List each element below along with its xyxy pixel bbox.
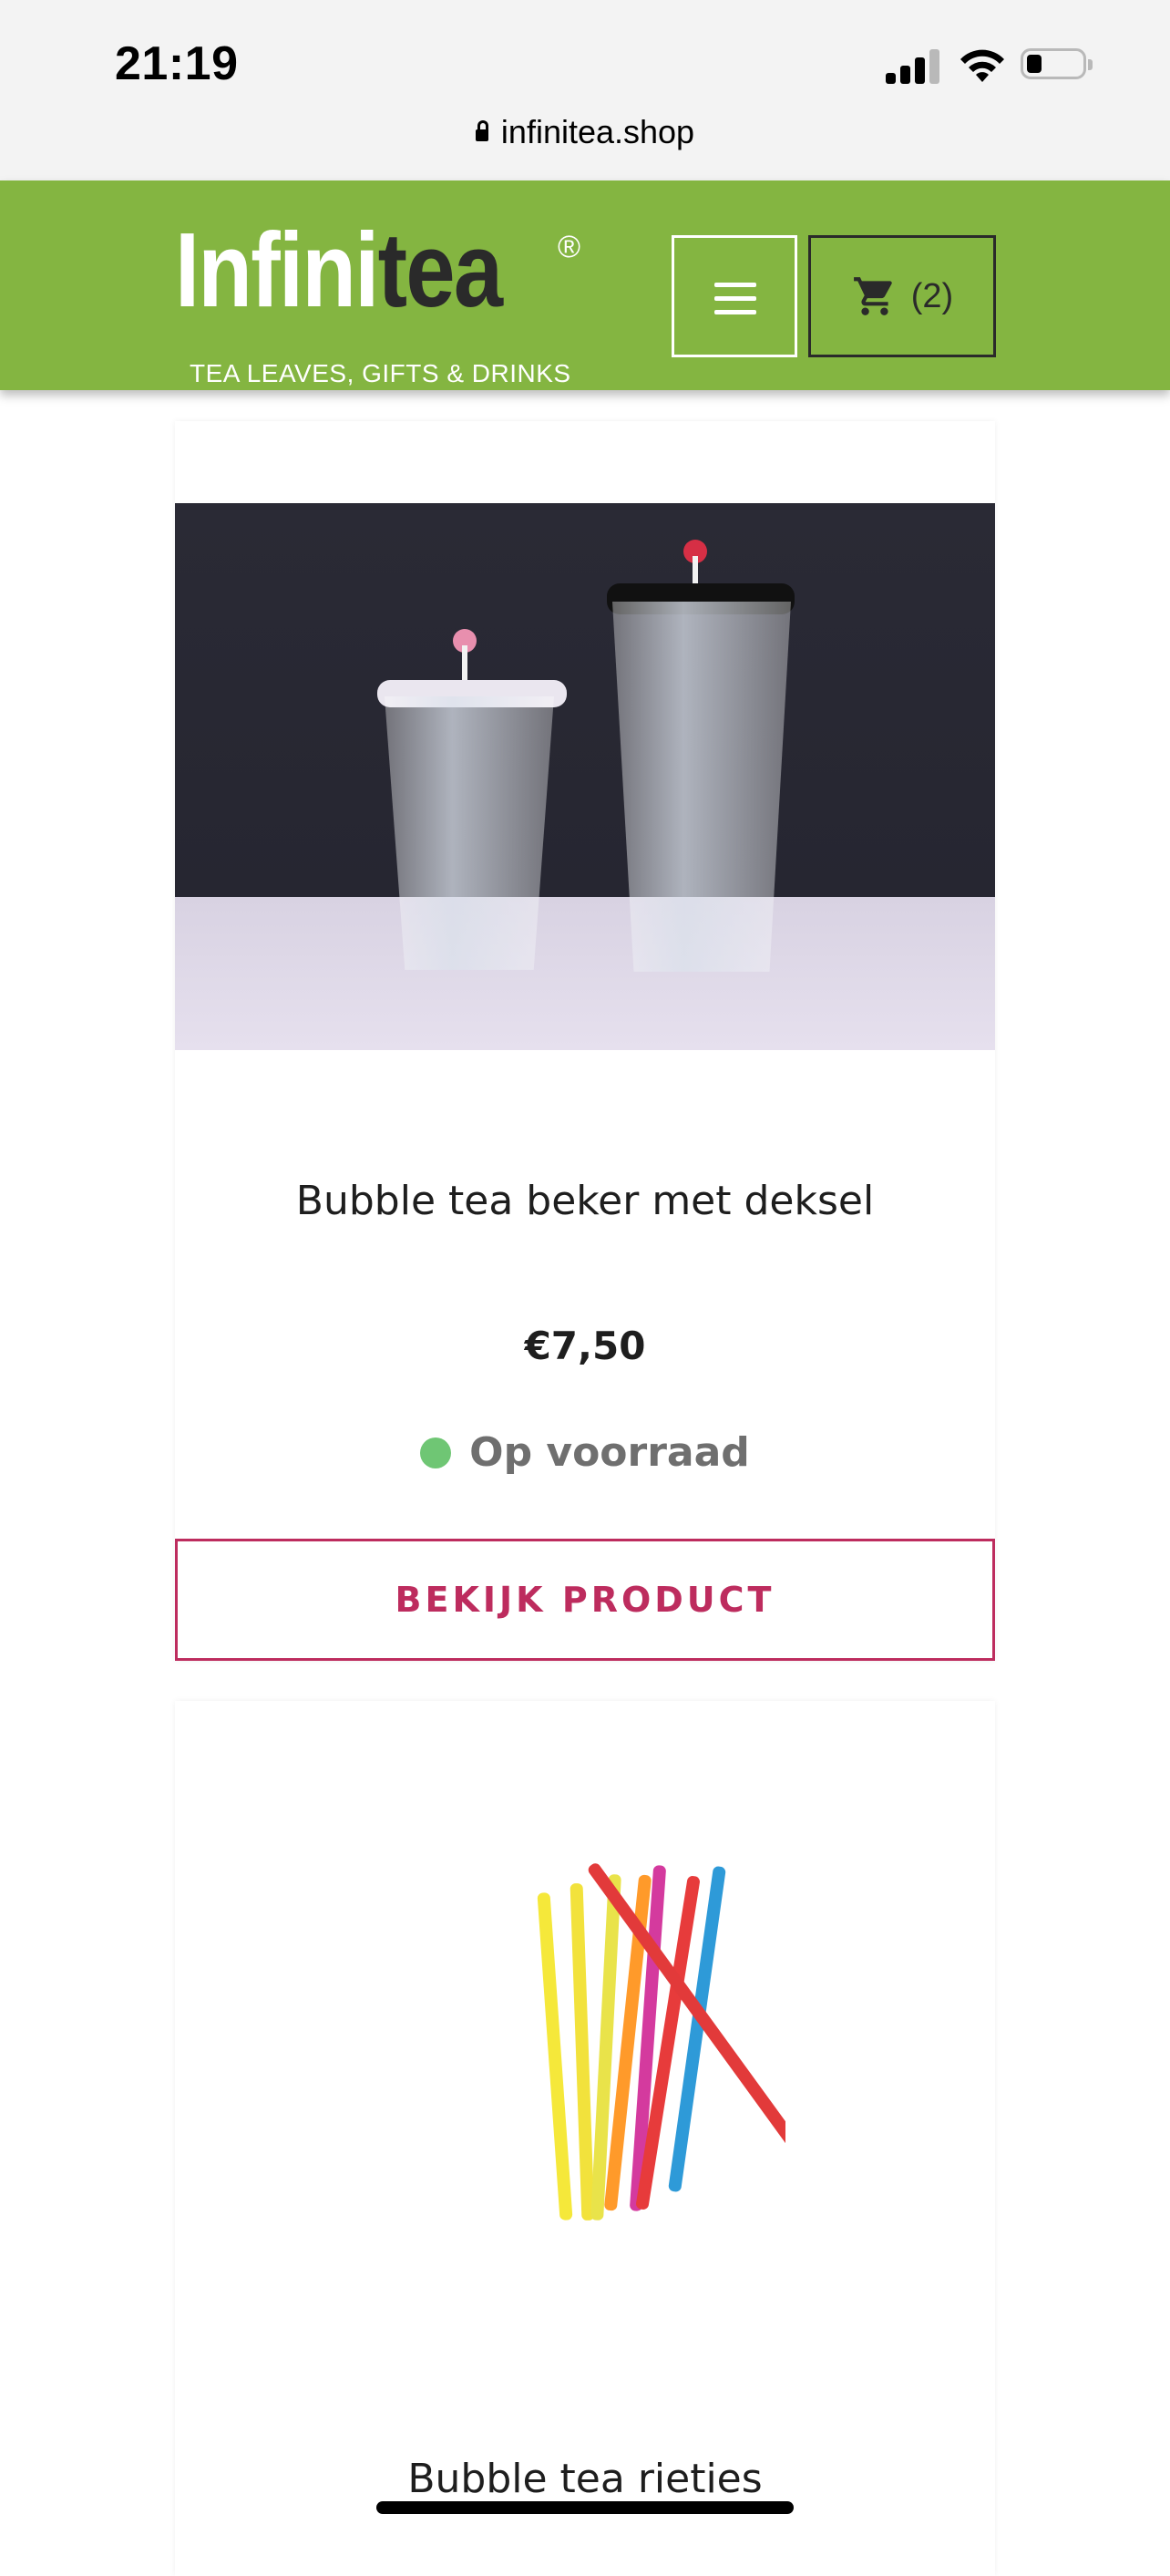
cart-count: (2) [910, 276, 954, 315]
in-stock-dot-icon [420, 1437, 452, 1468]
product-price: €7,50 [524, 1324, 646, 1368]
product-card: Bubble tea rieties [175, 1701, 995, 2576]
url-text: infinitea.shop [500, 113, 695, 150]
logo-wordmark-light: Infini [175, 211, 379, 329]
view-product-button[interactable]: BEKIJK PRODUCT [175, 1539, 995, 1661]
product-title[interactable]: Bubble tea beker met deksel [175, 1178, 995, 1224]
stock-label: Op voorraad [469, 1429, 750, 1476]
shopping-cart-icon [853, 277, 892, 315]
infinitea-logo[interactable]: Infinitea ® TEA LEAVES, GIFTS & DRINKS [175, 217, 594, 387]
home-indicator[interactable] [376, 2501, 794, 2514]
status-bar: 21:19 infinitea.shop [0, 0, 1170, 180]
logo-wordmark-dark: tea [377, 211, 503, 329]
product-card: Bubble tea beker met deksel €7,50 Op voo… [175, 421, 995, 1661]
stock-status: Op voorraad [175, 1429, 995, 1476]
product-image[interactable] [175, 503, 995, 1050]
registered-mark: ® [558, 230, 581, 264]
menu-button[interactable] [672, 235, 797, 357]
wifi-icon [960, 49, 1004, 82]
address-bar[interactable]: infinitea.shop [0, 113, 1170, 151]
logo-tagline: TEA LEAVES, GIFTS & DRINKS [190, 359, 571, 387]
cup-small [385, 696, 554, 970]
status-time: 21:19 [115, 37, 239, 90]
logo-wordmark: Infinitea [175, 217, 503, 323]
heart-straw-topper [453, 629, 477, 684]
product-image[interactable] [439, 1838, 785, 2257]
cup-large [612, 602, 791, 972]
lock-icon [475, 120, 488, 141]
product-title[interactable]: Bubble tea rieties [175, 2456, 995, 2502]
battery-icon [1021, 48, 1093, 79]
hamburger-menu-icon [714, 283, 756, 315]
cart-button[interactable]: (2) [808, 235, 996, 357]
cellular-signal-icon [886, 47, 940, 84]
